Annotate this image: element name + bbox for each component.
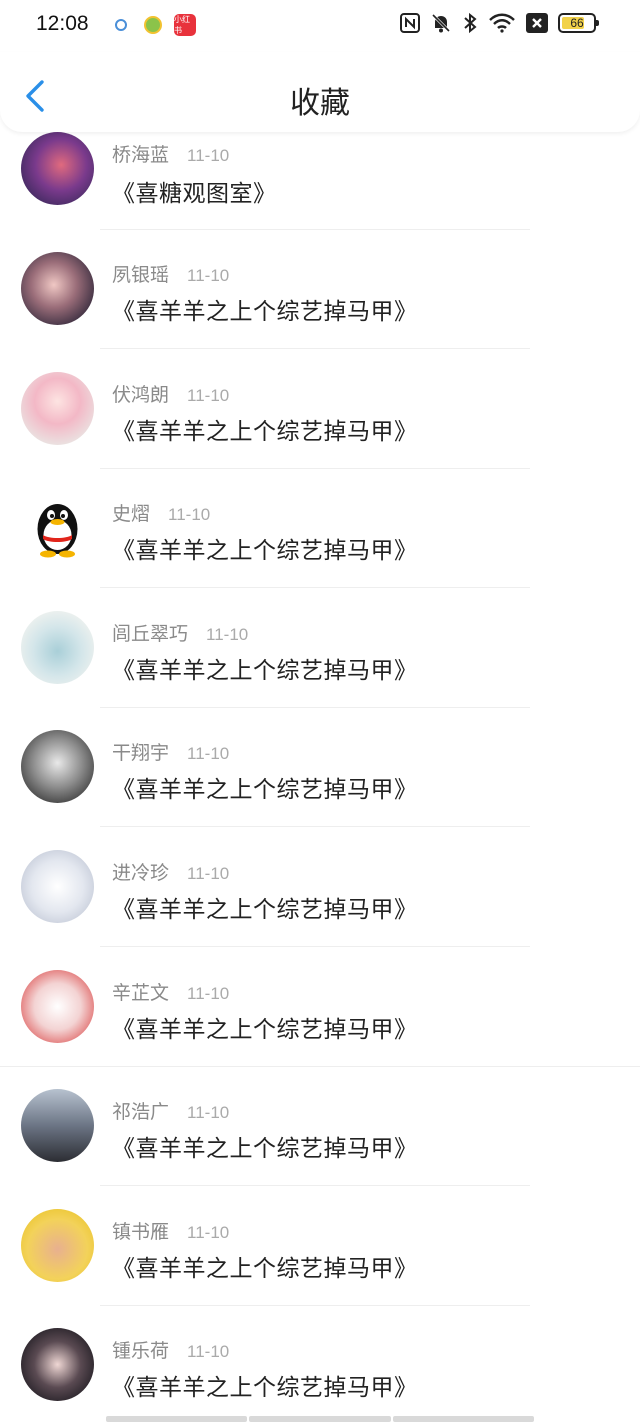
user-name: 伏鸿朗 [112, 383, 170, 406]
book-title[interactable]: 《喜羊羊之上个综艺掉马甲》 [112, 412, 418, 446]
favorite-date: 11-10 [187, 266, 230, 285]
no-sim-icon [526, 13, 548, 33]
scroll-segment [392, 1416, 534, 1422]
scroll-segment [249, 1416, 391, 1422]
wifi-icon [489, 13, 515, 33]
user-name: 祁浩广 [112, 1101, 170, 1124]
book-title[interactable]: 《喜羊羊之上个综艺掉马甲》 [112, 1010, 418, 1044]
book-title[interactable]: 《喜羊羊之上个综艺掉马甲》 [112, 651, 418, 685]
list-item[interactable]: 史熠 11-10 《喜羊羊之上个综艺掉马甲》 [0, 469, 640, 589]
status-bar: 12:08 小红书 66 [0, 0, 640, 52]
list-item[interactable]: 锺乐荷 11-10 《喜羊羊之上个综艺掉马甲》 [0, 1306, 640, 1426]
user-name: 夙银瑶 [112, 264, 170, 286]
user-name: 闾丘翠巧 [112, 622, 189, 645]
book-title[interactable]: 《喜羊羊之上个综艺掉马甲》 [112, 531, 418, 565]
book-title[interactable]: 《喜羊羊之上个综艺掉马甲》 [112, 1368, 418, 1402]
user-avatar[interactable] [21, 1208, 94, 1282]
favorite-date: 11-10 [187, 983, 230, 1003]
bluetooth-icon [464, 12, 477, 34]
user-name: 锺乐荷 [112, 1340, 170, 1363]
favorite-date: 11-10 [187, 1342, 230, 1362]
battery-level: 66 [570, 16, 584, 30]
user-avatar[interactable] [21, 610, 94, 684]
user-avatar[interactable] [21, 252, 94, 325]
notification-icons: 小红书 [110, 14, 196, 36]
scroll-indicator [106, 1416, 534, 1422]
list-item[interactable]: 闾丘翠巧 11-10 《喜羊羊之上个综艺掉马甲》 [0, 589, 640, 709]
user-name: 进冷珍 [112, 861, 170, 884]
book-title[interactable]: 《喜羊羊之上个综艺掉马甲》 [112, 1249, 418, 1283]
favorite-date: 11-10 [206, 624, 249, 644]
favorite-date: 11-10 [187, 1222, 230, 1242]
list-item[interactable]: 祁浩广 11-10 《喜羊羊之上个综艺掉马甲》 [0, 1067, 640, 1187]
user-name: 史熠 [112, 503, 151, 526]
smiley-app-icon [142, 14, 164, 36]
user-avatar[interactable] [21, 371, 94, 445]
user-name: 镇书雁 [112, 1220, 170, 1243]
book-title[interactable]: 《喜羊羊之上个综艺掉马甲》 [112, 292, 418, 326]
list-item[interactable]: 伏鸿朗 11-10 《喜羊羊之上个综艺掉马甲》 [0, 350, 640, 470]
list-item[interactable]: 干翔宇 11-10 《喜羊羊之上个综艺掉马甲》 [0, 708, 640, 828]
book-title[interactable]: 《喜羊羊之上个综艺掉马甲》 [112, 1129, 418, 1163]
user-name: 桥海蓝 [112, 144, 170, 166]
list-item[interactable]: 辛芷文 11-10 《喜羊羊之上个综艺掉马甲》 [0, 948, 640, 1068]
favorites-list: 桥海蓝 11-10 《喜糖观图室》 夙银瑶 11-10 《喜羊羊之上个综艺掉马甲… [0, 132, 640, 1426]
red-app-icon: 小红书 [174, 14, 196, 36]
user-avatar[interactable] [21, 491, 94, 565]
system-icons: 66 [400, 12, 599, 34]
favorite-date: 11-10 [187, 863, 230, 883]
favorite-date: 11-10 [187, 1103, 230, 1123]
favorite-date: 11-10 [187, 385, 230, 405]
page-title: 收藏 [290, 86, 350, 121]
user-name: 干翔宇 [112, 742, 170, 765]
list-item[interactable]: 夙银瑶 11-10 《喜羊羊之上个综艺掉马甲》 [0, 230, 640, 350]
scroll-segment [106, 1416, 248, 1422]
settings-notif-icon [110, 14, 132, 36]
user-avatar[interactable] [21, 132, 94, 205]
list-item[interactable]: 镇书雁 11-10 《喜羊羊之上个综艺掉马甲》 [0, 1187, 640, 1307]
user-avatar[interactable] [21, 1328, 94, 1402]
user-name: 辛芷文 [112, 981, 170, 1004]
list-item[interactable]: 进冷珍 11-10 《喜羊羊之上个综艺掉马甲》 [0, 828, 640, 948]
battery-indicator: 66 [558, 13, 599, 33]
user-avatar[interactable] [21, 849, 94, 923]
penguin-icon [37, 504, 78, 558]
favorite-date: 11-10 [168, 505, 211, 525]
user-avatar[interactable] [21, 969, 94, 1043]
nfc-icon [400, 13, 420, 33]
user-avatar[interactable] [21, 730, 94, 804]
user-avatar[interactable] [21, 1089, 94, 1163]
book-title[interactable]: 《喜羊羊之上个综艺掉马甲》 [112, 890, 418, 924]
favorite-date: 11-10 [187, 146, 230, 165]
book-title[interactable]: 《喜羊羊之上个综艺掉马甲》 [112, 770, 418, 804]
book-title[interactable]: 《喜糖观图室》 [112, 174, 277, 208]
favorite-date: 11-10 [187, 744, 230, 764]
mute-bell-icon [431, 13, 451, 33]
list-item[interactable]: 桥海蓝 11-10 《喜糖观图室》 [0, 132, 640, 230]
nav-bar: 收藏 [0, 52, 640, 132]
status-time: 12:08 [36, 12, 89, 35]
